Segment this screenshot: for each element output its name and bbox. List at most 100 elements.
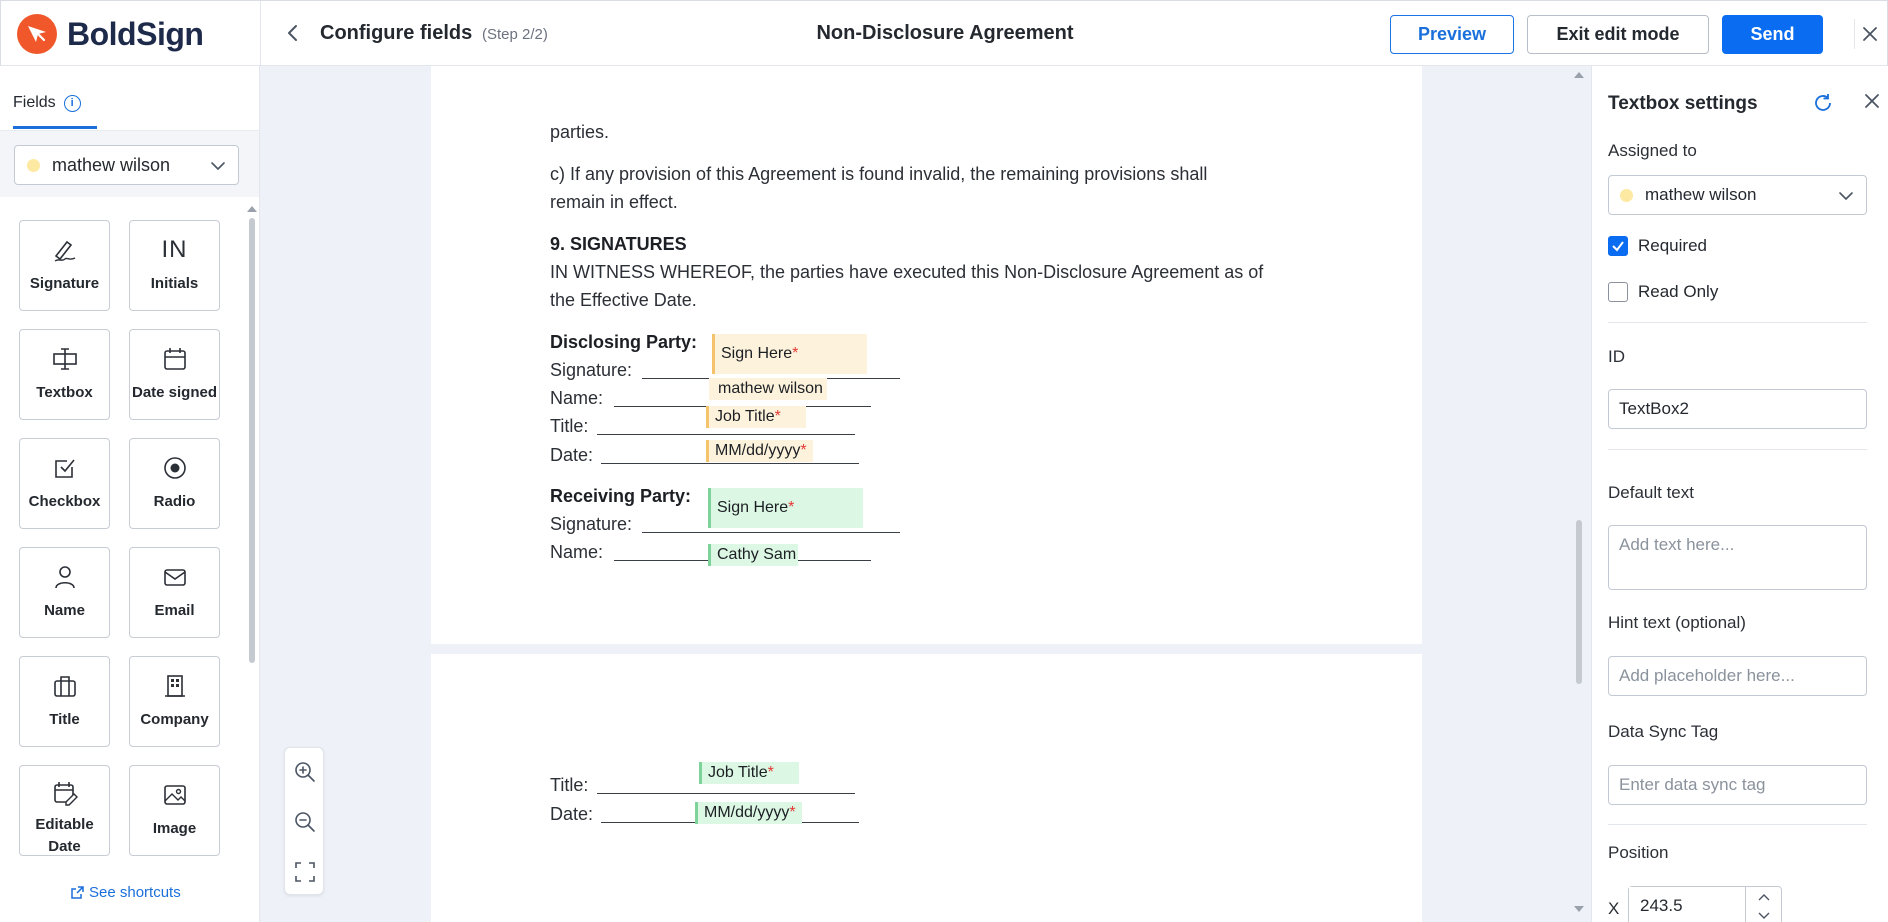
- check-icon: [1612, 241, 1624, 252]
- field-label: Checkbox: [28, 493, 101, 510]
- required-label: Required: [1638, 236, 1707, 255]
- boldsign-logo[interactable]: BoldSign: [17, 14, 204, 54]
- signer-select[interactable]: mathew wilson: [14, 145, 239, 185]
- field-label: Initials: [150, 275, 199, 292]
- field-image[interactable]: Image: [129, 765, 220, 856]
- field-label: Editable Date: [35, 816, 94, 855]
- logo-icon: [17, 14, 57, 54]
- zoom-out-button[interactable]: [291, 808, 319, 836]
- page-title: Configure fields: [320, 22, 473, 44]
- back-button[interactable]: [279, 19, 307, 47]
- placed-title-field[interactable]: Job Title *: [699, 762, 799, 784]
- field-company[interactable]: Company: [129, 656, 220, 747]
- exit-edit-mode-button[interactable]: Exit edit mode: [1527, 15, 1709, 54]
- stepper-buttons: [1745, 887, 1781, 922]
- readonly-checkbox[interactable]: [1608, 282, 1628, 302]
- field-date-signed[interactable]: Date signed: [129, 329, 220, 420]
- placed-date-field[interactable]: MM/dd/yyyy *: [695, 802, 802, 824]
- field-initials[interactable]: IN Initials: [129, 220, 220, 311]
- doc-line: the Effective Date.: [550, 290, 697, 310]
- assigned-to-select[interactable]: mathew wilson: [1608, 175, 1867, 215]
- chevron-down-icon: [211, 162, 225, 170]
- zoom-in-icon: [295, 762, 315, 782]
- close-button[interactable]: [1854, 19, 1884, 49]
- panel-divider: [1608, 322, 1867, 323]
- doc-line: IN WITNESS WHEREOF, the parties have exe…: [550, 262, 1264, 282]
- field-email[interactable]: Email: [129, 547, 220, 638]
- initials-icon: IN: [161, 236, 188, 263]
- zoom-out-icon: [295, 812, 315, 832]
- zoom-in-button[interactable]: [291, 758, 319, 786]
- send-button[interactable]: Send: [1722, 15, 1823, 54]
- active-tab-indicator: [13, 126, 97, 129]
- panel-divider: [1608, 824, 1867, 825]
- image-icon: [163, 785, 186, 805]
- placed-name-field[interactable]: mathew wilson: [709, 378, 827, 400]
- see-shortcuts-link[interactable]: See shortcuts: [70, 884, 181, 901]
- data-sync-tag-input[interactable]: [1608, 765, 1867, 805]
- doc-line: remain in effect.: [550, 192, 678, 212]
- briefcase-icon: [53, 676, 76, 697]
- checkbox-icon: [54, 459, 75, 478]
- app-header: BoldSign Configure fields (Step 2/2) Non…: [0, 0, 1888, 67]
- name-label: Name:: [550, 542, 604, 562]
- field-signature[interactable]: Signature: [19, 220, 110, 311]
- header-divider: [260, 1, 261, 67]
- panel-divider: [1608, 449, 1867, 450]
- title-line: [597, 434, 855, 435]
- external-link-icon: [71, 886, 84, 899]
- hint-text-label: Hint text (optional): [1608, 613, 1746, 632]
- scroll-down-arrow[interactable]: [1574, 906, 1584, 912]
- panel-close-button[interactable]: [1863, 92, 1881, 115]
- field-radio[interactable]: Radio: [129, 438, 220, 529]
- zoom-toolbar: [284, 747, 324, 895]
- default-text-input[interactable]: [1608, 525, 1867, 590]
- placed-signature-field[interactable]: Sign Here *: [708, 488, 863, 528]
- field-label: Textbox: [36, 384, 93, 401]
- brand-name: BoldSign: [67, 15, 204, 52]
- reset-button[interactable]: [1812, 92, 1834, 119]
- signer-color-dot: [1620, 188, 1633, 202]
- date-label: Date:: [550, 804, 594, 824]
- field-checkbox[interactable]: Checkbox: [19, 438, 110, 529]
- required-checkbox-row[interactable]: Required: [1608, 236, 1707, 256]
- title-label: Title:: [550, 416, 589, 436]
- doc-line: c) If any provision of this Agreement is…: [550, 164, 1208, 184]
- x-position-input[interactable]: [1629, 887, 1745, 922]
- id-input[interactable]: [1608, 389, 1867, 429]
- scroll-up-arrow[interactable]: [1574, 72, 1584, 78]
- hint-text-input[interactable]: [1608, 656, 1867, 696]
- readonly-checkbox-row[interactable]: Read Only: [1608, 282, 1718, 302]
- document-page: Title: Date: Job Title * MM/dd/yyyy *: [431, 654, 1422, 922]
- field-textbox[interactable]: Textbox: [19, 329, 110, 420]
- sidebar-scrollbar[interactable]: [249, 218, 255, 663]
- field-editable-date[interactable]: Editable Date: [19, 765, 110, 856]
- fit-to-screen-button[interactable]: [291, 858, 319, 886]
- placed-name-field[interactable]: Cathy Sam: [708, 544, 798, 566]
- textbox-settings-panel: Textbox settings Assigned to mathew wils…: [1591, 66, 1888, 922]
- receiving-party-label: Receiving Party:: [550, 486, 692, 506]
- field-name[interactable]: Name: [19, 547, 110, 638]
- readonly-label: Read Only: [1638, 282, 1719, 301]
- info-icon[interactable]: i: [63, 94, 81, 112]
- close-icon: [1865, 94, 1879, 108]
- scroll-thumb[interactable]: [1576, 520, 1582, 684]
- canvas-scrollbar[interactable]: [1572, 66, 1586, 922]
- calendar-edit-icon: [53, 782, 78, 806]
- sidebar-scroll-up[interactable]: [247, 206, 257, 212]
- tab-fields[interactable]: Fields i: [13, 94, 81, 112]
- x-position-stepper[interactable]: [1628, 886, 1782, 922]
- signature-icon: [54, 240, 75, 262]
- placed-signature-field[interactable]: Sign Here *: [712, 334, 867, 374]
- close-icon: [1862, 27, 1877, 41]
- chevron-left-icon: [288, 25, 297, 41]
- placed-date-field[interactable]: MM/dd/yyyy *: [706, 440, 813, 462]
- document-canvas[interactable]: parties. c) If any provision of this Agr…: [260, 66, 1591, 922]
- preview-button[interactable]: Preview: [1390, 15, 1514, 54]
- field-label: Signature: [29, 275, 100, 292]
- fullscreen-icon: [295, 862, 315, 882]
- field-title[interactable]: Title: [19, 656, 110, 747]
- placed-title-field[interactable]: Job Title *: [706, 406, 806, 428]
- panel-title: Textbox settings: [1608, 93, 1758, 114]
- required-checkbox[interactable]: [1608, 236, 1628, 256]
